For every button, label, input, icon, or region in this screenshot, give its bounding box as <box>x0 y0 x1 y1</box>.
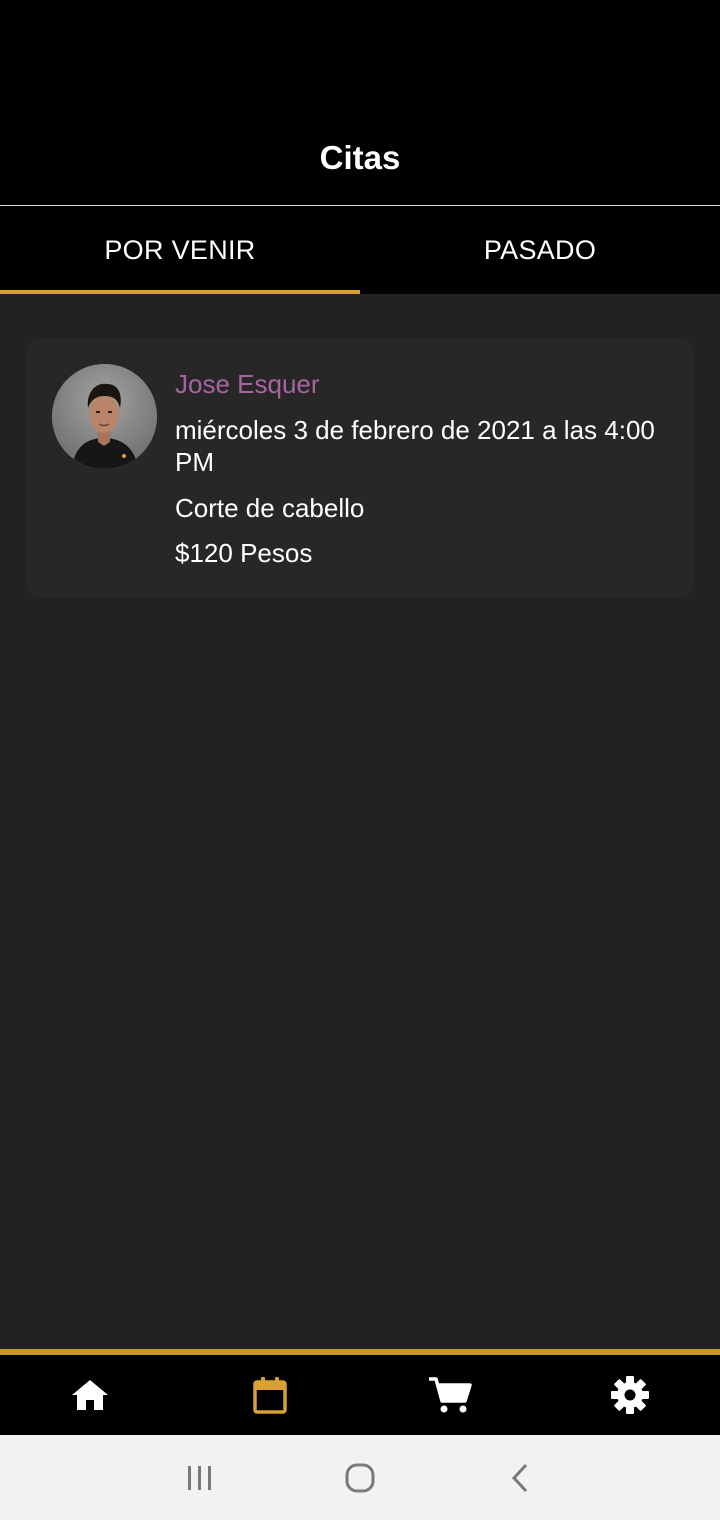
tab-past[interactable]: PASADO <box>360 206 720 294</box>
back-button[interactable] <box>490 1448 550 1508</box>
nav-store[interactable] <box>360 1355 540 1435</box>
bottom-nav <box>0 1355 720 1435</box>
appointments-screen: Citas POR VENIR PASADO Jose Esquer miérc… <box>0 0 720 1520</box>
home-button[interactable] <box>330 1448 390 1508</box>
appointment-details: Jose Esquer miércoles 3 de febrero de 20… <box>175 366 675 569</box>
recents-button[interactable] <box>170 1448 230 1508</box>
nav-home[interactable] <box>0 1355 180 1435</box>
barber-avatar <box>52 364 157 469</box>
active-tab-indicator <box>0 290 360 294</box>
back-icon <box>511 1463 528 1492</box>
tab-upcoming[interactable]: POR VENIR <box>0 206 360 294</box>
appointment-card[interactable]: Jose Esquer miércoles 3 de febrero de 20… <box>26 338 694 598</box>
person-photo-icon <box>52 364 157 469</box>
tab-past-label: PASADO <box>483 234 597 265</box>
appointment-price: $120 Pesos <box>175 538 313 568</box>
tab-bar: POR VENIR PASADO <box>0 206 720 294</box>
nav-appointments[interactable] <box>180 1355 360 1435</box>
app-header: Citas <box>0 0 720 205</box>
page-title: Citas <box>319 139 401 176</box>
recents-icon <box>188 1465 211 1490</box>
home-icon <box>72 1380 108 1410</box>
tab-upcoming-label: POR VENIR <box>104 234 256 265</box>
barber-name: Jose Esquer <box>175 369 320 399</box>
gear-icon <box>611 1376 649 1414</box>
home-circle-icon <box>345 1463 375 1492</box>
cart-icon <box>429 1377 472 1413</box>
appointment-service: Corte de cabello <box>175 493 365 523</box>
calendar-icon <box>253 1377 287 1414</box>
nav-settings[interactable] <box>540 1355 720 1435</box>
system-nav-bar <box>0 1435 720 1520</box>
appointment-date: miércoles 3 de febrero de 2021 a las 4:0… <box>175 415 655 477</box>
